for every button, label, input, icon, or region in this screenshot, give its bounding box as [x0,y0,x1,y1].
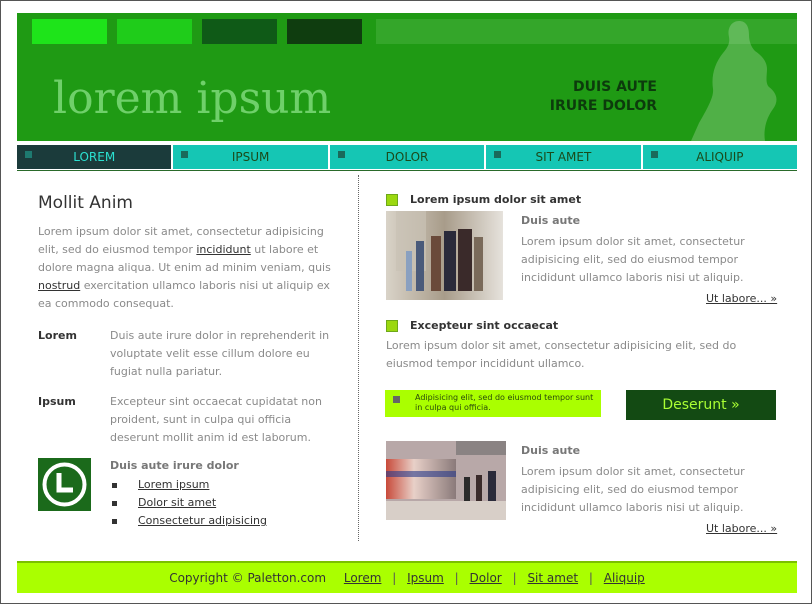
footer-link-sit-amet[interactable]: Sit amet [527,571,578,585]
square-bullet-icon [112,519,117,524]
article3-subtitle: Duis aute [521,444,581,457]
article3-text: Lorem ipsum dolor sit amet, consectetur … [521,465,745,514]
color-swatch-4 [287,19,362,44]
nav-bullet-icon [650,151,658,158]
page: lorem ipsum DUIS AUTE IRURE DOLOR LOREM … [0,0,812,604]
definition-row: Ipsum Excepteur sint occaecat cupidatat … [38,393,338,447]
nav-item-ipsum[interactable]: IPSUM [173,145,328,169]
definition-list: Lorem Duis aute irure dolor in reprehend… [38,327,338,447]
nav-bullet-icon [25,151,32,158]
article2-title: Excepteur sint occaecat [410,319,559,332]
nav-item-sit-amet[interactable]: SIT AMET [486,145,641,169]
nav-label: DOLOR [385,150,429,164]
green-square-icon [386,193,398,206]
nostrud-link[interactable]: nostrud [38,279,80,292]
list-link[interactable]: Dolor sit amet [138,496,216,509]
definition-term: Lorem [38,329,77,342]
list-link[interactable]: Lorem ipsum [138,478,209,491]
nav-bullet-icon [181,151,189,158]
article2-heading: Excepteur sint occaecat [386,319,558,332]
nav-bullet-icon [494,151,502,158]
nav-label: SIT AMET [535,150,592,164]
footer-separator: | [454,571,459,585]
tagline-line1: DUIS AUTE [572,79,657,95]
site-logo[interactable]: lorem ipsum [53,73,331,124]
woman-silhouette-icon [691,21,777,141]
nav-label: ALIQUIP [696,150,744,164]
definition-term: Ipsum [38,395,76,408]
promo-bullet-icon [393,396,400,403]
article1-more-link[interactable]: Ut labore... » [706,292,777,305]
link-list-items: Lorem ipsum Dolor sit amet Consectetur a… [110,476,340,530]
link-list: Duis aute irure dolor Lorem ipsum Dolor … [110,459,340,530]
intro-paragraph: Lorem ipsum dolor sit amet, consectetur … [38,223,338,313]
footer-link-ipsum[interactable]: Ipsum [407,571,444,585]
train-photo-icon [386,441,506,520]
copyright-text: Copyright © Paletton.com [169,571,327,585]
article3-more-link[interactable]: Ut labore... » [706,522,777,535]
tagline-line2: IRURE DOLOR [549,98,657,114]
main-nav: LOREM IPSUM DOLOR SIT AMET ALIQUIP [17,145,798,169]
footer-link-aliquip[interactable]: Aliquip [604,571,645,585]
footer-separator: | [588,571,593,585]
article1-heading: Lorem ipsum dolor sit amet [386,193,581,206]
color-swatch-1 [32,19,107,44]
intro-text-3: exercitation ullamco laboris nisi ut ali… [38,279,330,310]
article1-subtitle: Duis aute [521,214,581,227]
nav-item-lorem[interactable]: LOREM [17,145,172,169]
list-item: Consectetur adipisicing [110,512,340,530]
nav-item-dolor[interactable]: DOLOR [329,145,485,169]
nav-label: IPSUM [231,150,270,164]
footer: Copyright © Paletton.com Lorem | Ipsum |… [17,561,797,593]
footer-link-dolor[interactable]: Dolor [470,571,502,585]
header-banner: lorem ipsum DUIS AUTE IRURE DOLOR [17,13,797,141]
crowd-photo-icon [386,211,503,300]
article2-text: Lorem ipsum dolor sit amet, consectetur … [386,339,737,370]
color-swatch-2 [117,19,192,44]
nav-label: LOREM [73,150,116,164]
column-divider [358,175,359,541]
footer-separator: | [392,571,397,585]
promo-box: Adipisicing elit, sed do eiusmod tempor … [385,390,601,417]
article1-title: Lorem ipsum dolor sit amet [410,193,582,206]
deserunt-button[interactable]: Deserunt » [626,390,776,420]
footer-separator: | [512,571,517,585]
color-swatch-3 [202,19,277,44]
link-list-title: Duis aute irure dolor [110,459,239,472]
nav-underline [17,170,797,171]
left-column: Mollit Anim Lorem ipsum dolor sit amet, … [38,193,338,447]
definition-row: Lorem Duis aute irure dolor in reprehend… [38,327,338,381]
list-item: Lorem ipsum [110,476,340,494]
definition-desc: Duis aute irure dolor in reprehenderit i… [110,329,330,378]
promo-text: Adipisicing elit, sed do eiusmod tempor … [415,393,594,412]
square-bullet-icon [112,483,117,488]
definition-desc: Excepteur sint occaecat cupidatat non pr… [110,395,322,444]
list-item: Dolor sit amet [110,494,340,512]
nav-bullet-icon [337,151,345,158]
list-link[interactable]: Consectetur adipisicing [138,514,267,527]
square-bullet-icon [112,501,117,506]
clock-icon [38,458,91,511]
article1-text: Lorem ipsum dolor sit amet, consectetur … [521,235,745,284]
incididunt-link[interactable]: incididunt [196,243,250,256]
nav-item-aliquip[interactable]: ALIQUIP [642,145,798,169]
footer-link-lorem[interactable]: Lorem [344,571,382,585]
section-title: Mollit Anim [38,193,133,213]
green-square-icon [386,319,398,332]
